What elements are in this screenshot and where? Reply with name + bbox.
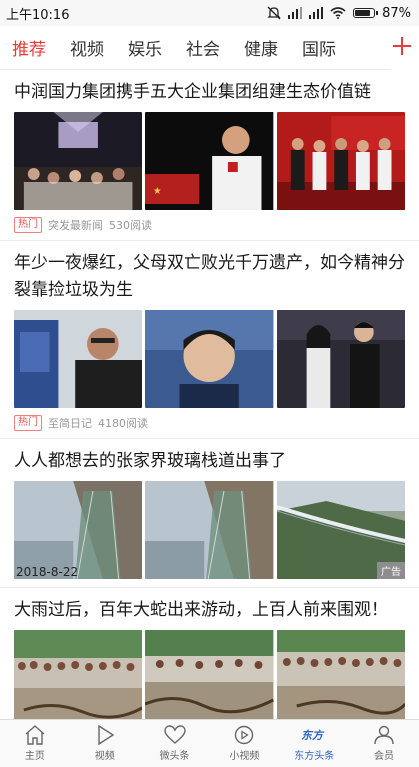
heart-icon (163, 725, 186, 745)
news-image-row[interactable] (14, 310, 405, 408)
tab-0[interactable]: 推荐 (12, 35, 70, 60)
tab-4[interactable]: 健康 (244, 35, 302, 60)
nav-small-video[interactable]: 小视频 (209, 720, 279, 767)
news-image-row[interactable] (14, 630, 405, 722)
battery-percent: 87% (382, 5, 411, 21)
status-bar: 上午10:16 87% (0, 0, 419, 26)
tab-5[interactable]: 国际 (302, 35, 360, 60)
person-icon (373, 725, 395, 745)
news-image-row[interactable]: ★ (14, 112, 405, 210)
news-source: 至简日记 (48, 417, 92, 430)
wifi-icon (330, 7, 346, 19)
nav-label: 主页 (24, 751, 45, 762)
news-thumbnail[interactable] (276, 310, 405, 408)
news-title[interactable]: 年少一夜爆红，父母双亡败光千万遗产，如今精神分裂靠捡垃圾为生 (14, 241, 405, 304)
home-icon (24, 725, 46, 745)
news-thumbnail[interactable] (276, 112, 405, 210)
news-thumbnail[interactable] (145, 310, 274, 408)
hot-tag: 热门 (14, 415, 42, 431)
news-thumbnail[interactable] (14, 310, 143, 408)
signal-icon (288, 7, 303, 19)
add-channel-button[interactable] (385, 25, 419, 70)
news-meta: 热门 至简日记 4180阅读 (14, 408, 405, 438)
news-title[interactable]: 大雨过后，百年大蛇出来游动，上百人前来围观！ (14, 588, 405, 624)
nav-label: 微头条 (159, 751, 190, 762)
news-read-count: 530阅读 (109, 219, 152, 232)
nav-micro-headline[interactable]: 微头条 (140, 720, 210, 767)
brand-icon: 东方 (299, 725, 329, 745)
small-video-icon (233, 725, 255, 745)
news-title[interactable]: 中润国力集团携手五大企业集团组建生态价值链 (14, 70, 405, 106)
nav-video[interactable]: 视频 (70, 720, 140, 767)
status-icons: 87% (267, 6, 411, 21)
news-feed[interactable]: 中润国力集团携手五大企业集团组建生态价值链 ★ 热门 突发最新闻 530阅读 年… (0, 70, 419, 722)
news-thumbnail[interactable] (145, 630, 274, 722)
news-thumbnail[interactable]: ★ (145, 112, 274, 210)
news-read-count: 4180阅读 (98, 417, 148, 430)
hot-tag: 热门 (14, 217, 42, 233)
news-meta: 热门 突发最新闻 530阅读 (14, 210, 405, 240)
plus-icon (392, 36, 412, 60)
tab-2[interactable]: 娱乐 (128, 35, 186, 60)
nav-label: 小视频 (229, 751, 260, 762)
nav-home[interactable]: 主页 (0, 720, 70, 767)
news-thumbnail[interactable] (276, 630, 405, 722)
bottom-nav: 主页 视频 微头条 小视频 东方 东方头条 会员 (0, 719, 419, 767)
ad-badge: 广告 (377, 562, 405, 579)
ad-date: 2018-8-22 (16, 565, 79, 579)
play-icon (94, 725, 116, 745)
nav-label: 视频 (94, 751, 115, 762)
mute-icon (267, 6, 281, 20)
news-item[interactable]: 年少一夜爆红，父母双亡败光千万遗产，如今精神分裂靠捡垃圾为生 热门 至简日记 4… (0, 241, 419, 439)
category-tabs: 推荐 视频 娱乐 社会 健康 国际 (0, 25, 419, 70)
nav-label: 东方头条 (294, 751, 335, 762)
svg-text:★: ★ (153, 186, 162, 197)
news-thumbnail[interactable] (14, 630, 143, 722)
tab-list: 推荐 视频 娱乐 社会 健康 国际 (0, 35, 385, 60)
news-title[interactable]: 人人都想去的张家界玻璃栈道出事了 (14, 439, 405, 475)
news-thumbnail[interactable] (145, 481, 274, 579)
news-image-row[interactable]: 2018-8-22 广告 (14, 481, 405, 579)
svg-text:东方: 东方 (301, 729, 325, 742)
battery-icon (353, 8, 379, 18)
status-time: 上午10:16 (6, 7, 70, 23)
tab-3[interactable]: 社会 (186, 35, 244, 60)
nav-member[interactable]: 会员 (349, 720, 419, 767)
nav-label: 会员 (374, 751, 395, 762)
news-item[interactable]: 中润国力集团携手五大企业集团组建生态价值链 ★ 热门 突发最新闻 530阅读 (0, 70, 419, 241)
nav-dongfang-toutiao[interactable]: 东方 东方头条 (279, 720, 349, 767)
news-thumbnail[interactable] (14, 112, 143, 210)
news-item[interactable]: 大雨过后，百年大蛇出来游动，上百人前来围观！ (0, 588, 419, 722)
news-source: 突发最新闻 (48, 219, 103, 232)
tab-1[interactable]: 视频 (70, 35, 128, 60)
signal-icon-2 (309, 7, 324, 19)
ad-item[interactable]: 人人都想去的张家界玻璃栈道出事了 2018-8-22 广告 (0, 439, 419, 588)
